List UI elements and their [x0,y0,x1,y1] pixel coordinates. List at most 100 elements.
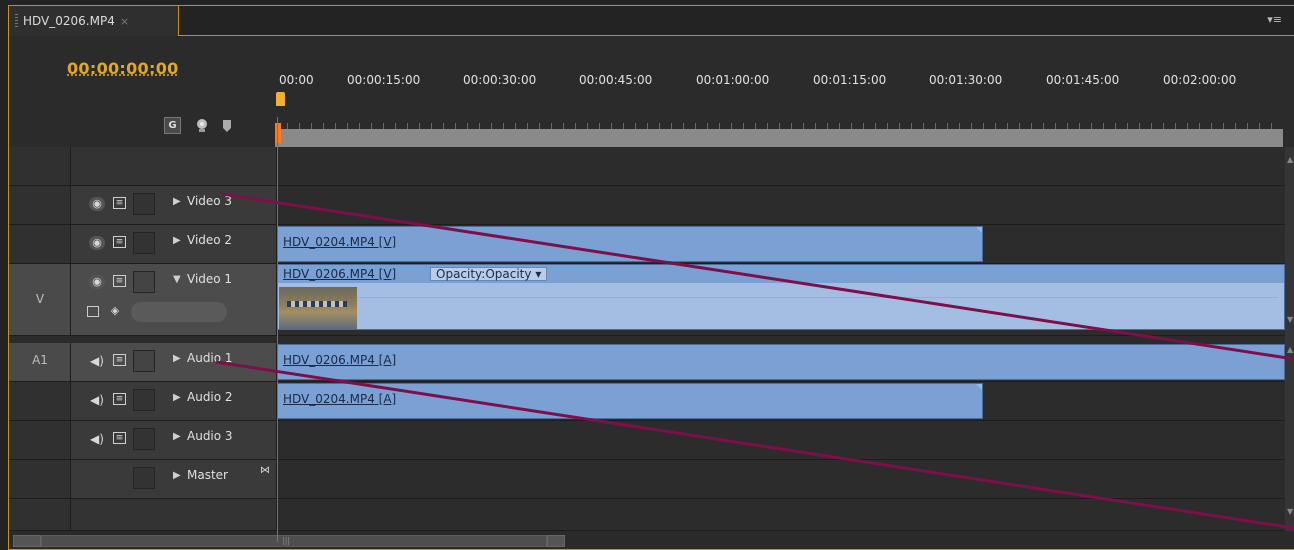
target-label: A1 [32,353,48,367]
panel-menu-icon[interactable]: ▾≡ [1267,13,1282,26]
expand-icon[interactable]: ▶ [173,235,181,246]
clip-audio1[interactable]: HDV_0206.MP4 [A] [277,344,1285,380]
track-content[interactable] [277,421,1285,459]
track-content[interactable]: HDV_0206.MP4 [V] Opacity:Opacity ▾ [277,264,1285,335]
track-content[interactable] [277,186,1285,224]
lightbulb-icon[interactable] [195,118,209,134]
target-cell[interactable] [9,225,71,263]
track-content[interactable]: HDV_0204.MP4 [V] [277,225,1285,263]
speaker-icon[interactable]: ◀) [89,393,105,407]
track-header[interactable]: ◉ ≡ ▼ Video 1 ◈ [71,264,277,335]
track-content[interactable]: HDV_0206.MP4 [A] [277,343,1285,381]
lock-icon[interactable] [133,271,155,293]
track-header[interactable]: ◉ ≡ ▶ Video 3 [71,186,277,224]
timeline-header: 00:00:00:00 G 00:00 00:00:15:00 00:00:30… [9,37,1294,150]
target-cell[interactable] [9,382,71,420]
clip-video1[interactable]: HDV_0206.MP4 [V] Opacity:Opacity ▾ [277,264,1285,330]
eye-icon[interactable]: ◉ [89,197,105,211]
zoom-handle-left[interactable] [13,535,41,547]
target-label: V [35,292,45,306]
sync-lock-icon[interactable]: ≡ [113,354,126,366]
scroll-down-icon[interactable]: ▼ [1287,507,1293,516]
sync-lock-icon[interactable]: ≡ [113,432,126,444]
target-cell[interactable]: A1 [9,343,71,381]
keyframe-navigator[interactable] [131,302,227,322]
target-cell [9,460,71,498]
scroll-thumb[interactable]: ||| [41,535,547,547]
clip-name: HDV_0204.MP4 [283,235,375,249]
track-header[interactable]: ▶ Master ⋈ [71,460,277,498]
clip-suffix: [V] [374,235,397,249]
track-header[interactable]: ◀) ≡ ▶ Audio 1 [71,343,277,381]
clip-label: HDV_0206.MP4 [V] [283,267,396,281]
clip-suffix: [A] [374,392,397,406]
clip-audio2[interactable]: HDV_0204.MP4 [A] [277,383,983,419]
ruler-label: 00:02:00:00 [1163,73,1237,87]
target-cell[interactable] [9,186,71,224]
lock-icon[interactable] [133,389,155,411]
playhead-handle[interactable] [276,92,285,106]
target-cell[interactable] [9,421,71,459]
expand-icon[interactable]: ▶ [173,470,181,481]
track-name: Audio 3 [187,429,233,443]
sync-lock-icon[interactable]: ≡ [113,275,126,287]
clip-suffix: [A] [374,353,397,367]
track-name: Audio 1 [187,351,233,365]
track-content[interactable] [277,460,1285,498]
vertical-scrollbar[interactable]: ▲ ▼ ▲ ▼ [1285,147,1294,531]
collapse-icon[interactable]: ▼ [173,274,181,285]
opacity-dropdown[interactable]: Opacity:Opacity ▾ [430,267,548,281]
time-ruler[interactable]: 00:00 00:00:15:00 00:00:30:00 00:00:45:0… [275,73,1283,150]
speaker-icon[interactable]: ◀) [89,354,105,368]
track-name: Video 3 [187,194,233,208]
lock-icon[interactable] [133,350,155,372]
expand-icon[interactable]: ▶ [173,353,181,364]
clip-label: HDV_0206.MP4 [A] [283,353,396,367]
track-content[interactable]: HDV_0204.MP4 [A] [277,382,1285,420]
clip-name: HDV_0206.MP4 [283,267,375,281]
clip-name: HDV_0206.MP4 [283,353,375,367]
target-cell[interactable]: V [9,264,71,335]
track-name: Video 1 [187,272,233,286]
expand-icon[interactable]: ▶ [173,196,181,207]
snap-icon[interactable]: G [164,117,181,134]
opacity-rubberband[interactable] [358,297,1278,298]
horizontal-scrollbar[interactable]: ||| [9,531,1294,549]
scroll-down-icon[interactable]: ▼ [1287,315,1293,324]
work-area-bar[interactable] [275,129,1283,147]
current-timecode[interactable]: 00:00:00:00 [67,59,179,78]
marker-icon[interactable] [223,119,231,132]
ruler-labels: 00:00 00:00:15:00 00:00:30:00 00:00:45:0… [275,73,1283,103]
playhead-line[interactable] [277,117,278,542]
clip-name: HDV_0204.MP4 [283,392,375,406]
expand-icon[interactable]: ▶ [173,392,181,403]
track-name: Audio 2 [187,390,233,404]
keyframe-icon[interactable]: ◈ [107,304,123,318]
track-header[interactable]: ◉ ≡ ▶ Video 2 [71,225,277,263]
scroll-up-icon[interactable]: ▲ [1287,345,1293,354]
track-header[interactable]: ◀) ≡ ▶ Audio 3 [71,421,277,459]
lock-icon[interactable] [133,428,155,450]
close-icon[interactable]: × [120,15,129,28]
grip-icon[interactable] [15,14,18,28]
expand-icon[interactable]: ▶ [173,431,181,442]
zoom-handle-right[interactable] [547,535,565,547]
speaker-icon[interactable]: ◀) [89,432,105,446]
tab-sequence[interactable]: HDV_0206.MP4 × [9,6,179,36]
clip-video2[interactable]: HDV_0204.MP4 [V] [277,226,983,262]
sync-lock-icon[interactable]: ≡ [113,197,126,209]
scroll-up-icon[interactable]: ▲ [1287,155,1293,164]
master-meter-icon[interactable]: ⋈ [257,464,273,478]
lock-icon[interactable] [133,467,155,489]
eye-icon[interactable]: ◉ [89,275,105,289]
lock-icon[interactable] [133,193,155,215]
eye-icon[interactable]: ◉ [89,236,105,250]
sync-lock-icon[interactable]: ≡ [113,393,126,405]
sync-lock-icon[interactable]: ≡ [113,236,126,248]
lock-icon[interactable] [133,232,155,254]
track-header[interactable]: ◀) ≡ ▶ Audio 2 [71,382,277,420]
opacity-label: Opacity:Opacity [436,267,532,281]
display-style-icon[interactable] [87,306,99,317]
track-name: Master [187,468,228,482]
playhead-base[interactable] [275,123,281,143]
